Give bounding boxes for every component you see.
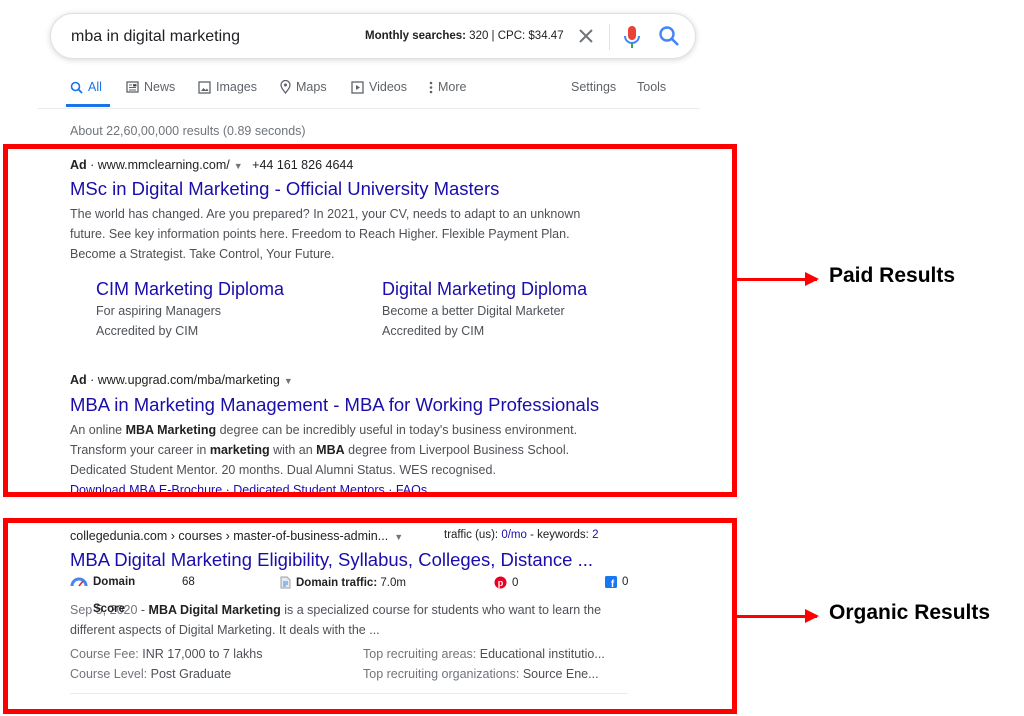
- tab-images[interactable]: Images: [198, 80, 257, 94]
- tab-more[interactable]: More: [429, 80, 466, 94]
- search-icon[interactable]: [658, 25, 680, 47]
- image-icon: [198, 80, 211, 94]
- organic-results-highlight: [3, 518, 737, 714]
- search-icon: [70, 81, 83, 94]
- tab-maps[interactable]: Maps: [280, 80, 327, 94]
- paid-results-label: Paid Results: [829, 264, 956, 287]
- tab-videos[interactable]: Videos: [351, 80, 407, 94]
- paid-arrow-icon: [737, 272, 819, 286]
- tab-all[interactable]: All: [70, 80, 102, 94]
- active-tab-indicator: [66, 104, 110, 107]
- more-vert-icon: [429, 81, 433, 93]
- video-icon: [351, 80, 364, 94]
- organic-results-label: Organic Results: [829, 601, 991, 624]
- search-box[interactable]: mba in digital marketing Monthly searche…: [50, 13, 696, 59]
- clear-icon[interactable]: [575, 25, 597, 47]
- tab-tools[interactable]: Tools: [637, 80, 666, 94]
- tab-news[interactable]: News: [126, 80, 175, 94]
- search-input[interactable]: mba in digital marketing: [71, 28, 240, 46]
- search-divider: [609, 24, 610, 50]
- paid-results-highlight: [3, 144, 737, 497]
- mic-icon[interactable]: [623, 25, 641, 49]
- tab-settings[interactable]: Settings: [571, 80, 616, 94]
- result-stats: About 22,60,00,000 results (0.89 seconds…: [70, 124, 306, 138]
- organic-arrow-icon: [737, 609, 819, 623]
- news-icon: [126, 81, 139, 93]
- map-pin-icon: [280, 80, 291, 94]
- tabs-divider: [38, 108, 700, 109]
- keyword-metrics: Monthly searches: 320 | CPC: $34.47: [365, 30, 564, 42]
